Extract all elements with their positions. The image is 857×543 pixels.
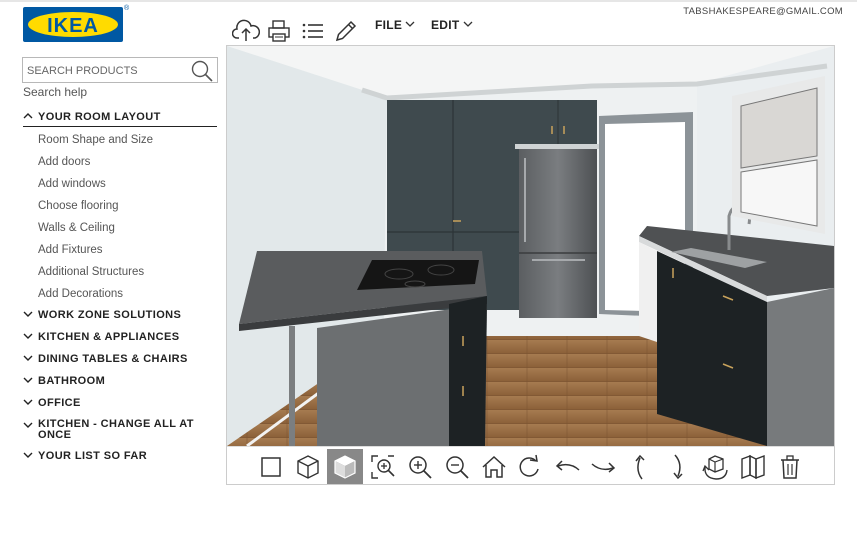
print-icon[interactable] <box>265 17 293 45</box>
section-label: KITCHEN & APPLIANCES <box>38 331 180 343</box>
home-button[interactable] <box>476 449 512 484</box>
home-icon <box>482 455 506 478</box>
section-your-list[interactable]: YOUR LIST SO FAR <box>23 450 147 463</box>
view-2d-button[interactable] <box>253 449 289 484</box>
search-input[interactable] <box>27 62 187 79</box>
pan-right-button[interactable] <box>586 449 622 484</box>
sidebar-item-additional-structures[interactable]: Additional Structures <box>38 266 144 278</box>
zoom-out-icon <box>446 456 469 479</box>
view-3d-wireframe-icon <box>297 455 319 479</box>
list-icon[interactable] <box>299 17 327 45</box>
sidebar-item-add-doors[interactable]: Add doors <box>38 156 90 168</box>
account-email[interactable]: TABSHAKESPEARE@GMAIL.COM <box>683 6 843 17</box>
section-label: OFFICE <box>38 397 81 409</box>
3d-viewport[interactable] <box>226 45 835 485</box>
view-2d-icon <box>261 457 281 477</box>
edit-menu-label: EDIT <box>431 18 460 32</box>
chevron-down-icon <box>23 399 33 405</box>
section-label: YOUR ROOM LAYOUT <box>38 111 161 123</box>
sidebar-item-add-windows[interactable]: Add windows <box>38 178 106 190</box>
section-label: WORK ZONE SOLUTIONS <box>38 309 182 321</box>
zoom-to-fit-icon <box>371 455 395 479</box>
section-office[interactable]: OFFICE <box>23 397 81 410</box>
section-label: YOUR LIST SO FAR <box>38 450 148 462</box>
logo-wordmark-icon: IKEA <box>47 15 99 37</box>
ikea-logo[interactable]: IKEA ® <box>23 5 129 42</box>
zoom-in-button[interactable] <box>402 449 438 484</box>
view-3d-solid-button[interactable] <box>327 449 363 484</box>
section-label: KITCHEN - CHANGE ALL AT ONCE <box>38 418 194 441</box>
pan-left-button[interactable] <box>549 449 585 484</box>
search-icon[interactable] <box>190 59 214 82</box>
chevron-up-icon <box>23 113 33 119</box>
chevron-down-icon <box>23 311 33 317</box>
section-bathroom[interactable]: BATHROOM <box>23 375 105 388</box>
view-3d-wireframe-button[interactable] <box>290 449 326 484</box>
zoom-in-icon <box>409 456 432 479</box>
rotate-clockwise-icon <box>519 454 539 477</box>
chevron-down-icon <box>23 333 33 339</box>
file-menu[interactable]: FILE <box>375 18 415 32</box>
svg-text:IKEA: IKEA <box>47 15 99 37</box>
pan-left-icon <box>555 460 580 471</box>
file-menu-label: FILE <box>375 18 403 32</box>
chevron-down-icon <box>405 21 415 27</box>
tilt-up-icon <box>635 454 645 480</box>
chevron-down-icon <box>23 377 33 383</box>
trash-icon <box>781 455 799 479</box>
rotate-object-icon <box>702 455 728 480</box>
top-border <box>0 0 857 2</box>
chevron-down-icon <box>23 422 33 428</box>
sidebar-item-choose-flooring[interactable]: Choose flooring <box>38 200 119 212</box>
section-label: BATHROOM <box>38 375 106 387</box>
rotate-clockwise-button[interactable] <box>512 449 548 484</box>
chevron-down-icon <box>23 355 33 361</box>
view-3d-solid-icon <box>334 455 356 479</box>
kitchen-3d-scene[interactable] <box>227 46 834 446</box>
view-controls-bar <box>227 446 834 484</box>
zoom-out-button[interactable] <box>439 449 475 484</box>
pencil-icon[interactable] <box>332 17 360 45</box>
tilt-down-button[interactable] <box>660 449 696 484</box>
section-your-room-layout[interactable]: YOUR ROOM LAYOUT <box>23 111 217 127</box>
search-box[interactable] <box>22 57 218 83</box>
section-kitchen-change-all[interactable]: KITCHEN - CHANGE ALL AT ONCE <box>23 419 213 441</box>
delete-button[interactable] <box>772 449 808 484</box>
sidebar-item-add-decorations[interactable]: Add Decorations <box>38 288 123 300</box>
section-work-zone-solutions[interactable]: WORK ZONE SOLUTIONS <box>23 309 181 322</box>
cloud-upload-icon[interactable] <box>232 17 260 45</box>
zoom-to-fit-button[interactable] <box>365 449 401 484</box>
catalog-view-button[interactable] <box>735 449 771 484</box>
tilt-up-button[interactable] <box>623 449 659 484</box>
ikea-planner-app: IKEA ® Search help YOUR ROOM LAYOUT Room… <box>0 0 857 543</box>
section-label: DINING TABLES & CHAIRS <box>38 353 188 365</box>
catalog-view-icon <box>741 454 765 480</box>
chevron-down-icon <box>23 452 33 458</box>
chevron-down-icon <box>463 21 473 27</box>
sidebar-item-add-fixtures[interactable]: Add Fixtures <box>38 244 103 256</box>
sidebar-item-walls-ceiling[interactable]: Walls & Ceiling <box>38 222 115 234</box>
edit-menu[interactable]: EDIT <box>431 18 473 32</box>
sidebar-item-room-shape[interactable]: Room Shape and Size <box>38 134 153 146</box>
search-help-link[interactable]: Search help <box>23 85 87 99</box>
section-kitchen-appliances[interactable]: KITCHEN & APPLIANCES <box>23 331 179 344</box>
section-dining-tables[interactable]: DINING TABLES & CHAIRS <box>23 353 188 366</box>
tilt-down-icon <box>673 454 683 480</box>
registered-mark: ® <box>124 5 130 12</box>
pan-right-icon <box>591 462 616 473</box>
rotate-object-button[interactable] <box>698 449 734 484</box>
